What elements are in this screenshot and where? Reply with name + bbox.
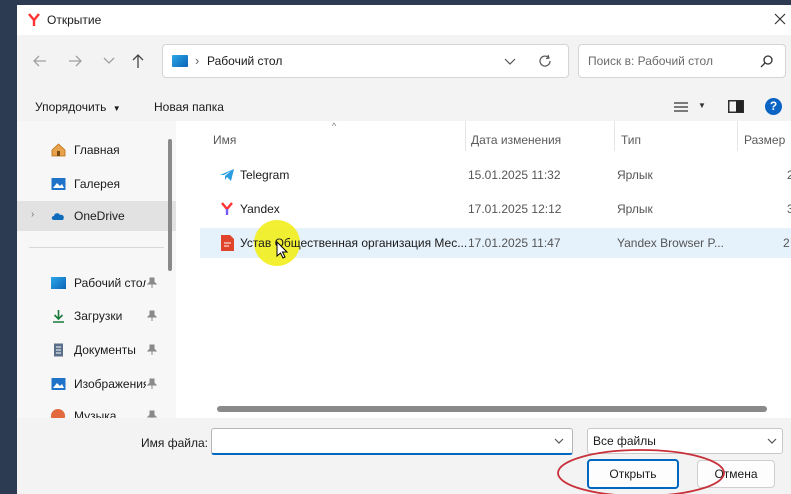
telegram-icon — [220, 169, 234, 181]
column-header-name[interactable]: Имя — [213, 133, 236, 147]
sidebar-item-label: Загрузки — [74, 309, 123, 323]
close-icon[interactable] — [774, 13, 786, 25]
sidebar-item-gallery[interactable]: Галерея — [17, 169, 176, 199]
file-size: 2 — [787, 168, 791, 182]
file-name: Telegram — [240, 168, 290, 182]
desktop-folder-icon — [172, 55, 188, 67]
help-icon[interactable]: ? — [765, 98, 782, 115]
sidebar-scrollbar[interactable] — [168, 139, 172, 271]
downloads-icon — [53, 310, 64, 323]
organize-label: Упорядочить — [35, 100, 107, 114]
pin-icon[interactable] — [147, 310, 157, 322]
new-folder-button[interactable]: Новая папка — [154, 100, 224, 114]
refresh-icon[interactable] — [538, 54, 552, 68]
file-type: Ярлык — [617, 168, 653, 182]
music-icon — [51, 409, 65, 418]
view-dropdown-icon[interactable]: ▼ — [698, 101, 706, 110]
chevron-down-icon[interactable] — [767, 438, 777, 445]
view-options-icon[interactable] — [674, 102, 688, 112]
file-size: 2 13 — [783, 236, 791, 250]
filename-history-chevron-icon[interactable] — [554, 438, 564, 445]
filename-label: Имя файла: — [141, 436, 208, 450]
file-name: Yandex — [240, 202, 280, 216]
sidebar-item-onedrive[interactable]: › OneDrive — [17, 201, 176, 231]
file-row-telegram[interactable]: Telegram 15.01.2025 11:32 Ярлык 2 — [200, 160, 791, 190]
column-divider[interactable] — [614, 121, 615, 151]
file-date: 17.01.2025 11:47 — [468, 236, 561, 250]
sidebar-item-home[interactable]: Главная — [17, 135, 176, 165]
mouse-cursor-icon — [276, 241, 288, 259]
sidebar-item-downloads[interactable]: Загрузки — [17, 301, 176, 331]
sidebar-item-desktop[interactable]: Рабочий стол — [17, 268, 176, 298]
up-arrow-icon[interactable] — [131, 53, 145, 69]
navigation-bar: › Рабочий стол Поиск в: Рабочий стол — [17, 35, 791, 93]
search-icon[interactable] — [760, 54, 774, 68]
sort-ascending-icon: ^ — [332, 121, 337, 131]
organize-menu[interactable]: Упорядочить ▼ — [35, 100, 121, 114]
title-bar: Открытие — [17, 5, 791, 35]
documents-icon — [54, 343, 63, 357]
file-list: ^ Имя Дата изменения Тип Размер Telegram… — [180, 121, 791, 418]
file-name: Устав Общественная организация Мес... — [240, 236, 468, 250]
file-row-ustav[interactable]: Устав Общественная организация Мес... 17… — [200, 220, 791, 266]
horizontal-scrollbar[interactable] — [217, 406, 767, 412]
file-name-panel: Имя файла: Все файлы Открыть Отмена — [17, 418, 791, 494]
pictures-icon — [51, 378, 66, 390]
sidebar-item-label: Изображения — [74, 377, 146, 391]
address-history-chevron-icon[interactable] — [504, 58, 516, 66]
forward-arrow-icon[interactable] — [68, 54, 82, 68]
filename-input[interactable] — [211, 428, 573, 455]
home-icon — [51, 143, 66, 157]
preview-pane-icon[interactable] — [728, 100, 744, 113]
pin-icon[interactable] — [147, 344, 157, 356]
column-divider[interactable] — [465, 121, 466, 151]
file-type: Ярлык — [617, 202, 653, 216]
navigation-pane: Главная Галерея › OneDrive Рабочий стол — [17, 121, 176, 418]
pin-icon[interactable] — [147, 277, 157, 289]
recent-locations-chevron-icon[interactable] — [103, 57, 115, 65]
column-header-type[interactable]: Тип — [621, 133, 641, 147]
breadcrumb-desktop[interactable]: Рабочий стол — [207, 54, 282, 68]
open-file-dialog: Открытие › Рабочий стол Поиск в: Рабочий… — [17, 5, 791, 494]
sidebar-item-pictures[interactable]: Изображения — [17, 369, 176, 399]
desktop-icon — [51, 277, 66, 289]
sidebar-item-label: Документы — [74, 343, 136, 357]
sidebar-item-documents[interactable]: Документы — [17, 335, 176, 365]
onedrive-icon — [51, 213, 64, 220]
address-bar[interactable]: › Рабочий стол — [162, 44, 569, 78]
pin-icon[interactable] — [147, 378, 157, 390]
organize-dropdown-icon: ▼ — [112, 104, 121, 113]
column-header-size[interactable]: Размер — [744, 133, 785, 147]
pdf-icon — [221, 235, 234, 251]
sidebar-item-music[interactable]: Музыка — [17, 401, 176, 418]
window-title: Открытие — [47, 13, 102, 27]
command-bar: Упорядочить ▼ Новая папка ▼ ? — [17, 93, 791, 121]
sidebar-item-label: OneDrive — [74, 209, 125, 223]
pin-icon[interactable] — [147, 410, 157, 418]
breadcrumb-separator: › — [195, 53, 200, 68]
back-arrow-icon[interactable] — [33, 54, 47, 68]
sidebar-item-label: Музыка — [74, 409, 117, 418]
sidebar-item-label: Главная — [74, 143, 120, 157]
column-header-date[interactable]: Дата изменения — [471, 133, 561, 147]
sidebar-item-label: Галерея — [74, 177, 121, 191]
annotation-circle — [557, 449, 725, 494]
sidebar-item-label: Рабочий стол — [74, 276, 146, 290]
file-date: 17.01.2025 12:12 — [468, 202, 562, 216]
sidebar-divider — [29, 247, 164, 248]
expand-chevron-icon[interactable]: › — [31, 209, 34, 220]
file-date: 15.01.2025 11:32 — [468, 168, 561, 182]
search-placeholder: Поиск в: Рабочий стол — [588, 54, 713, 68]
gallery-icon — [51, 178, 66, 190]
yandex-browser-logo-icon — [28, 13, 40, 26]
file-size: 3 — [787, 202, 791, 216]
search-box[interactable]: Поиск в: Рабочий стол — [578, 44, 786, 78]
file-row-yandex[interactable]: Yandex 17.01.2025 12:12 Ярлык 3 — [200, 194, 791, 224]
column-divider[interactable] — [737, 121, 738, 151]
file-type: Yandex Browser P... — [617, 236, 724, 250]
yandex-icon — [221, 202, 233, 215]
